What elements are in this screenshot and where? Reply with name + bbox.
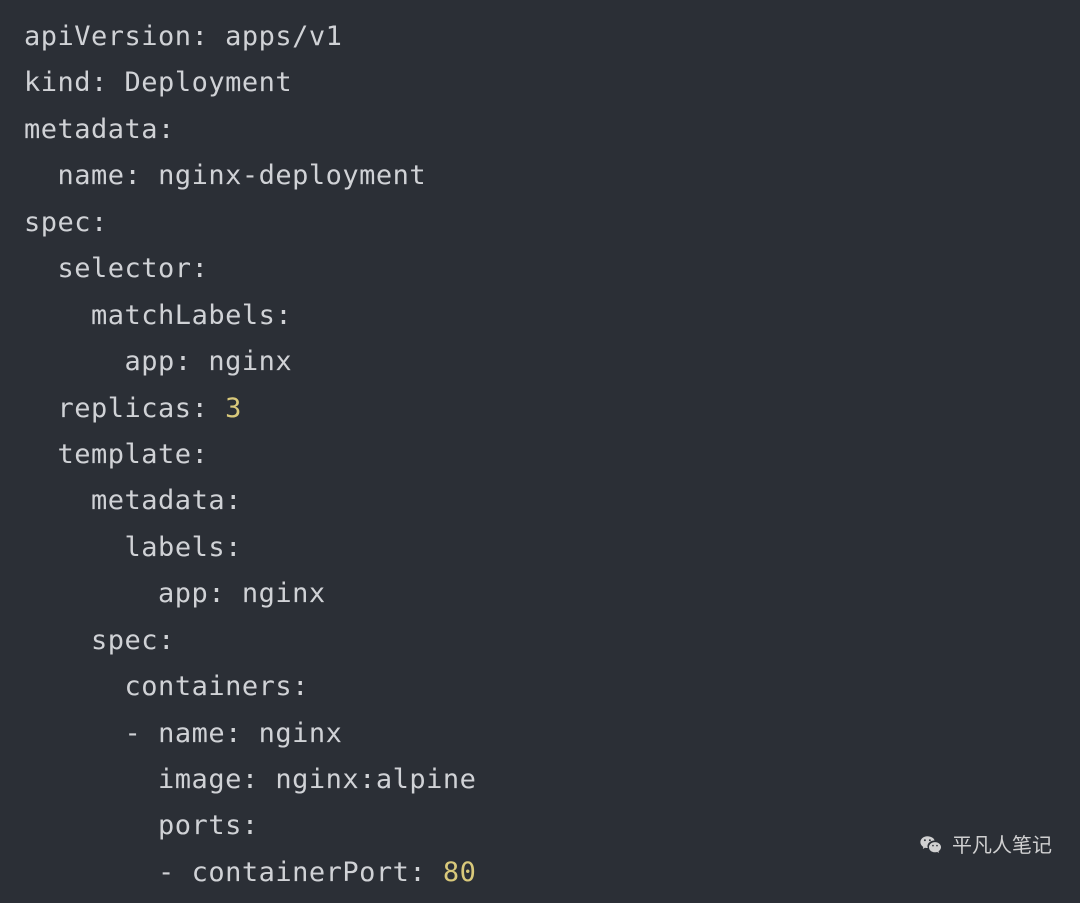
yaml-dash: - [158, 857, 175, 888]
yaml-number: 3 [225, 393, 242, 424]
yaml-line: apiVersion: apps/v1 [24, 21, 342, 52]
yaml-line: spec: [24, 625, 175, 656]
yaml-line: selector: [24, 253, 208, 284]
yaml-dash: - [125, 718, 142, 749]
yaml-value: nginx:alpine [275, 764, 476, 795]
yaml-key: matchLabels [91, 300, 275, 331]
yaml-key: apiVersion [24, 21, 192, 52]
yaml-line: image: nginx:alpine [24, 764, 476, 795]
watermark-text: 平凡人笔记 [952, 829, 1052, 863]
yaml-key: spec [91, 625, 158, 656]
yaml-value: apps/v1 [225, 21, 342, 52]
yaml-key: kind [24, 67, 91, 98]
yaml-key: metadata [24, 114, 158, 145]
yaml-key: image [158, 764, 242, 795]
wechat-icon [918, 833, 944, 859]
yaml-key: ports [158, 810, 242, 841]
yaml-line: app: nginx [24, 578, 326, 609]
yaml-line: name: nginx-deployment [24, 160, 426, 191]
yaml-key: name [58, 160, 125, 191]
yaml-line: ports: [24, 810, 259, 841]
yaml-line: template: [24, 439, 208, 470]
yaml-value: nginx [242, 578, 326, 609]
yaml-value: nginx [208, 346, 292, 377]
watermark: 平凡人笔记 [918, 829, 1052, 863]
yaml-value: Deployment [125, 67, 293, 98]
yaml-key: app [158, 578, 208, 609]
yaml-key: app [125, 346, 175, 377]
yaml-code-block: apiVersion: apps/v1 kind: Deployment met… [24, 14, 1056, 896]
yaml-key: spec [24, 207, 91, 238]
yaml-number: 80 [443, 857, 477, 888]
yaml-key: template [58, 439, 192, 470]
yaml-line: - containerPort: 80 [24, 857, 476, 888]
yaml-line: metadata: [24, 114, 175, 145]
yaml-key: labels [125, 532, 226, 563]
yaml-line: replicas: 3 [24, 393, 242, 424]
yaml-key: containers [125, 671, 293, 702]
yaml-key: replicas [58, 393, 192, 424]
yaml-line: - name: nginx [24, 718, 342, 749]
yaml-value: nginx-deployment [158, 160, 426, 191]
yaml-key: containerPort [192, 857, 410, 888]
yaml-key: name [158, 718, 225, 749]
yaml-line: spec: [24, 207, 108, 238]
yaml-line: app: nginx [24, 346, 292, 377]
yaml-line: metadata: [24, 485, 242, 516]
yaml-value: nginx [259, 718, 343, 749]
yaml-line: kind: Deployment [24, 67, 292, 98]
yaml-line: matchLabels: [24, 300, 292, 331]
yaml-line: labels: [24, 532, 242, 563]
yaml-line: containers: [24, 671, 309, 702]
yaml-key: metadata [91, 485, 225, 516]
yaml-key: selector [58, 253, 192, 284]
